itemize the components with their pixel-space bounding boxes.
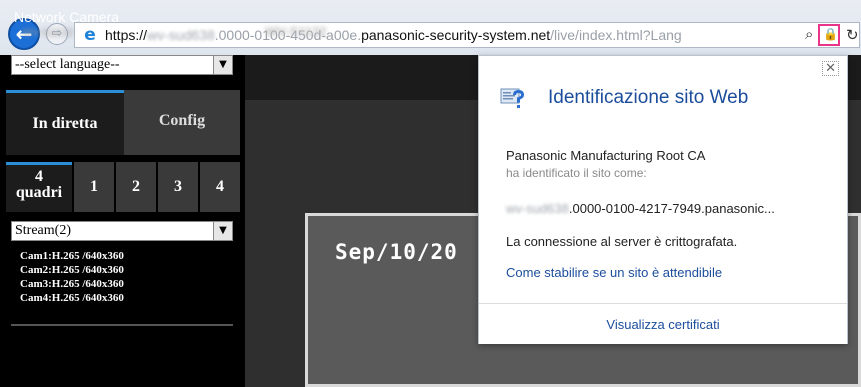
language-select[interactable]: --select language-- ▼ [11, 55, 233, 75]
refresh-icon[interactable]: ↻ [846, 26, 859, 44]
stream-info-cam3: Cam3:H.265 /640x360 [20, 278, 124, 290]
screen-tab-quad-number: 4 [35, 168, 43, 185]
screen-tab-quad[interactable]: 4 quadri [6, 162, 72, 212]
view-certificates-link[interactable]: Visualizza certificati [479, 317, 847, 332]
identified-note: ha identificato il sito come: [506, 166, 647, 180]
screen-tab-3[interactable]: 3 [158, 162, 198, 212]
stream-info-cam2: Cam2:H.265 /640x360 [20, 264, 124, 276]
site-identification-popup: ✕ Identificazione sito Web Panasonic Man… [478, 55, 848, 344]
screen-tab-quad-label: quadri [15, 184, 63, 201]
network-camera-title: Network Camera [14, 9, 120, 25]
chevron-down-icon: ▼ [213, 56, 232, 74]
host-blurred-part: wv-sud638 [506, 201, 569, 216]
stream-select[interactable]: Stream(2) ▼ [11, 221, 233, 241]
screen-tab-4[interactable]: 4 [200, 162, 240, 212]
browser-toolbar: ← ⇨ e https://wv-sud638.0000-0100-450d-a… [0, 0, 861, 55]
camera-name: WV-S1132 [265, 24, 327, 39]
encryption-status: La connessione al server è crittografata… [506, 234, 738, 249]
certificate-question-icon [500, 88, 524, 108]
stream-select-value: Stream(2) [15, 223, 71, 238]
tab-live[interactable]: In diretta [6, 90, 124, 155]
url-blurred-host: wv-sud638 [147, 27, 215, 43]
security-lock-button[interactable]: 🔒 [818, 24, 840, 46]
certificate-issuer: Panasonic Manufacturing Root CA [506, 148, 706, 163]
trust-info-link[interactable]: Come stabilire se un sito è attendibile [506, 265, 722, 280]
sidebar-divider [11, 324, 233, 326]
address-bar[interactable]: e https://wv-sud638.0000-0100-450d-a00e.… [74, 22, 860, 48]
camera-model-label: WV-S1132 [22, 27, 74, 39]
url-scheme: https:// [105, 27, 148, 43]
lock-icon: 🔒 [823, 27, 838, 41]
chevron-down-icon: ▼ [213, 222, 232, 240]
stream-info-cam1: Cam1:H.265 /640x360 [20, 250, 124, 262]
popup-footer: Visualizza certificati [479, 303, 847, 344]
url-domain: panasonic-security-system.net [361, 27, 551, 43]
video-timestamp: Sep/10/20 [335, 240, 458, 264]
url-path: /live/index.html?Lang [550, 27, 682, 43]
search-icon[interactable]: ⌕ [805, 25, 813, 43]
identified-host: wv-sud638.0000-0100-4217-7949.panasonic.… [506, 201, 775, 216]
host-rest: .0000-0100-4217-7949.panasonic... [568, 201, 775, 216]
tab-config[interactable]: Config [124, 90, 240, 155]
url-text[interactable]: https://wv-sud638.0000-0100-450d-a00e.pa… [105, 27, 805, 43]
stream-info-cam4: Cam4:H.265 /640x360 [20, 292, 124, 304]
ie-page-icon: e [84, 25, 96, 45]
language-select-value: --select language-- [15, 57, 120, 72]
screen-tab-2[interactable]: 2 [116, 162, 156, 212]
close-icon[interactable]: ✕ [822, 61, 839, 76]
screen-tab-1[interactable]: 1 [74, 162, 114, 212]
popup-heading: Identificazione sito Web [548, 87, 749, 108]
